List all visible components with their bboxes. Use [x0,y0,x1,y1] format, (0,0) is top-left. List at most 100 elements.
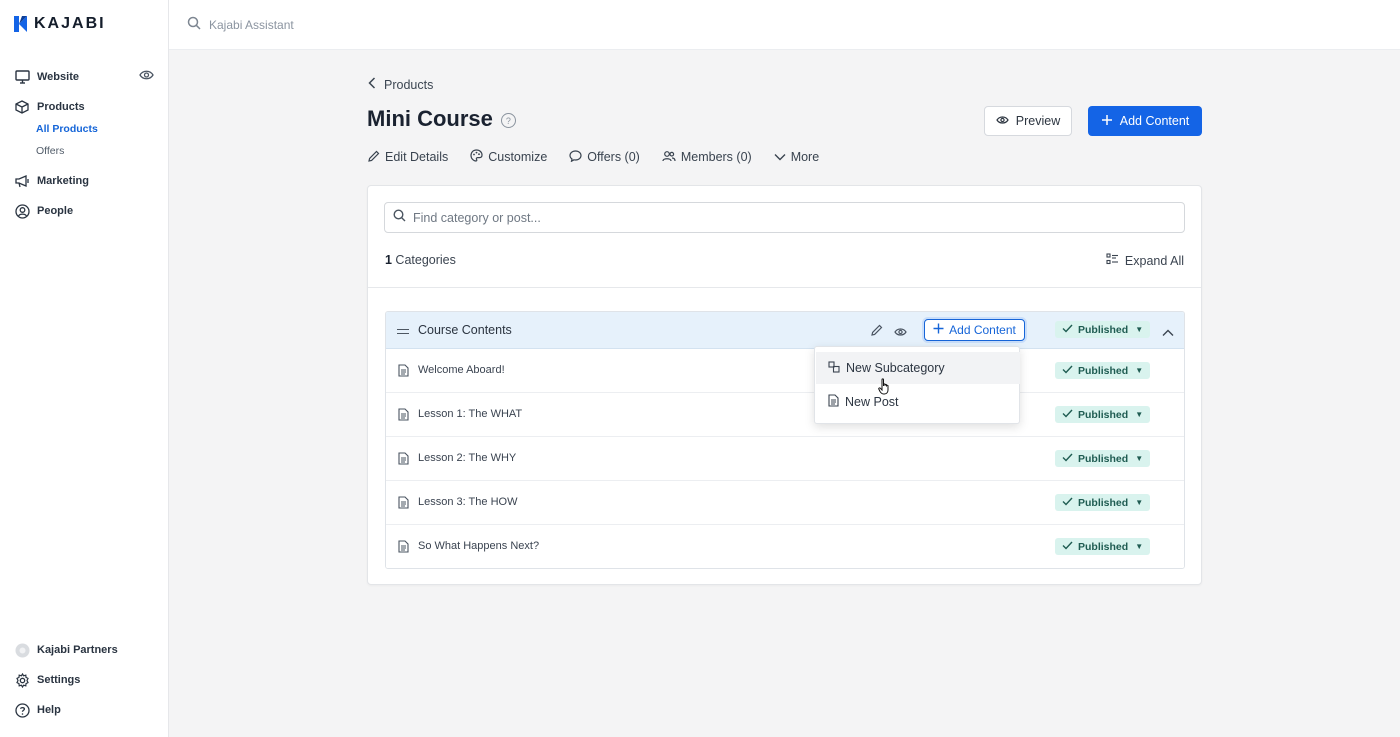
add-content-button[interactable]: Add Content [1088,106,1202,136]
kajabi-logo[interactable]: KAJABI [14,14,106,34]
speech-bubble-icon [569,149,582,165]
preview-label: Preview [1015,114,1061,128]
help-circle-icon [14,702,30,718]
document-icon [398,496,409,514]
sidebar-item-kajabi-partners[interactable]: Kajabi Partners [0,639,168,661]
expand-all-label: Expand All [1124,253,1184,268]
sidebar-item-label: Help [37,704,61,716]
category-title: Course Contents [418,323,512,337]
category-status-dropdown[interactable]: Published ▼ [1055,321,1151,338]
tab-label: Edit Details [385,150,449,164]
post-title[interactable]: Lesson 3: The HOW [418,496,517,508]
page-title: Mini Course [367,106,493,131]
sidebar-item-settings[interactable]: Settings [0,669,168,691]
post-title[interactable]: Lesson 2: The WHY [418,452,516,464]
check-icon [1062,541,1073,553]
hand-pointer-cursor-icon [878,378,892,400]
post-title[interactable]: So What Happens Next? [418,540,539,552]
sidebar-item-label: Settings [37,674,81,686]
chevron-left-icon [368,77,376,92]
post-row[interactable]: Lesson 3: The HOW Published ▼ [386,481,1184,525]
document-icon [398,408,409,426]
caret-down-icon: ▼ [1135,454,1144,463]
pencil-icon [368,150,380,165]
caret-down-icon: ▼ [1135,325,1144,334]
category-header[interactable]: Course Contents Add Content Published ▼ [386,312,1184,349]
eye-icon [996,114,1009,128]
megaphone-icon [14,173,30,189]
status-label: Published [1078,323,1129,336]
edit-pencil-icon[interactable] [871,323,883,341]
expand-all-button[interactable]: Expand All [1106,253,1184,268]
caret-down-icon: ▼ [1135,410,1144,419]
sidebar-item-label: Kajabi Partners [37,644,118,656]
drag-handle-icon[interactable] [397,329,409,334]
sidebar-item-help[interactable]: Help [0,699,168,721]
sidebar-item-website[interactable]: Website [0,66,168,88]
tab-offers[interactable]: Offers (0) [569,149,640,165]
help-icon[interactable]: ? [500,113,516,128]
partners-avatar-icon [14,642,30,658]
search-icon [187,16,201,33]
sidebar-subitem-all-products[interactable]: All Products [0,118,168,140]
chevron-down-icon [774,150,786,164]
post-row[interactable]: Lesson 2: The WHY Published ▼ [386,437,1184,481]
check-icon [1062,365,1073,377]
post-row[interactable]: Welcome Aboard! Published ▼ [386,349,1184,393]
tab-label: Customize [488,150,548,164]
collapse-chevron-up-icon[interactable] [1162,324,1174,342]
content-card: 1 Categories Expand All Course Contents … [367,185,1202,585]
expand-list-icon [1106,253,1119,268]
tab-customize[interactable]: Customize [470,149,547,165]
post-status-dropdown[interactable]: Published ▼ [1055,450,1151,467]
gear-icon [14,672,30,688]
plus-icon [1101,114,1113,129]
category-count-number: 1 [385,253,392,267]
document-icon [398,364,409,382]
status-label: Published [1078,364,1129,377]
view-website-eye-icon[interactable] [139,69,154,84]
sidebar-item-label: Website [37,71,79,83]
category-add-content-button[interactable]: Add Content [924,319,1025,341]
breadcrumb-label: Products [384,77,434,92]
sidebar-item-products[interactable]: Products [0,96,168,118]
caret-down-icon: ▼ [1135,366,1144,375]
sidebar-subitem-offers[interactable]: Offers [0,140,168,162]
preview-eye-icon[interactable] [894,324,907,342]
person-circle-icon [14,203,30,219]
status-label: Published [1078,408,1129,421]
check-icon [1062,497,1073,509]
add-content-label: Add Content [1119,114,1190,128]
sidebar: KAJABI Website Products All Products Off… [0,0,169,737]
tab-more[interactable]: More [774,149,819,165]
document-icon [398,540,409,558]
sidebar-item-people[interactable]: People [0,200,168,222]
menu-item-label: New Subcategory [846,361,945,375]
category-search-field[interactable] [384,202,1185,233]
category-search-input[interactable] [413,210,1173,225]
post-status-dropdown[interactable]: Published ▼ [1055,494,1151,511]
tab-members[interactable]: Members (0) [662,149,752,165]
post-status-dropdown[interactable]: Published ▼ [1055,538,1151,555]
preview-button[interactable]: Preview [984,106,1072,136]
kajabi-assistant-search[interactable]: Kajabi Assistant [187,16,294,33]
sidebar-nav: Website Products All Products Offers Mar… [0,66,168,222]
sidebar-item-marketing[interactable]: Marketing [0,170,168,192]
post-status-dropdown[interactable]: Published ▼ [1055,406,1151,423]
tab-edit-details[interactable]: Edit Details [368,149,448,165]
back-to-products-link[interactable]: Products [368,77,433,92]
menu-item-new-post[interactable]: New Post [816,386,1020,418]
members-icon [662,150,676,165]
palette-icon [470,149,483,165]
status-label: Published [1078,540,1129,553]
post-status-dropdown[interactable]: Published ▼ [1055,362,1151,379]
tab-label: More [790,150,820,164]
post-row[interactable]: Lesson 1: The WHAT Published ▼ [386,393,1184,437]
menu-item-new-subcategory[interactable]: New Subcategory [816,352,1020,384]
post-row[interactable]: So What Happens Next? Published ▼ [386,525,1184,568]
add-content-label: Add Content [949,323,1016,337]
post-title[interactable]: Lesson 1: The WHAT [418,408,522,420]
product-tabs: Edit Details Customize Offers (0) Member… [368,149,819,165]
post-title[interactable]: Welcome Aboard! [418,364,505,376]
category-group: Course Contents Add Content Published ▼ [385,311,1185,569]
